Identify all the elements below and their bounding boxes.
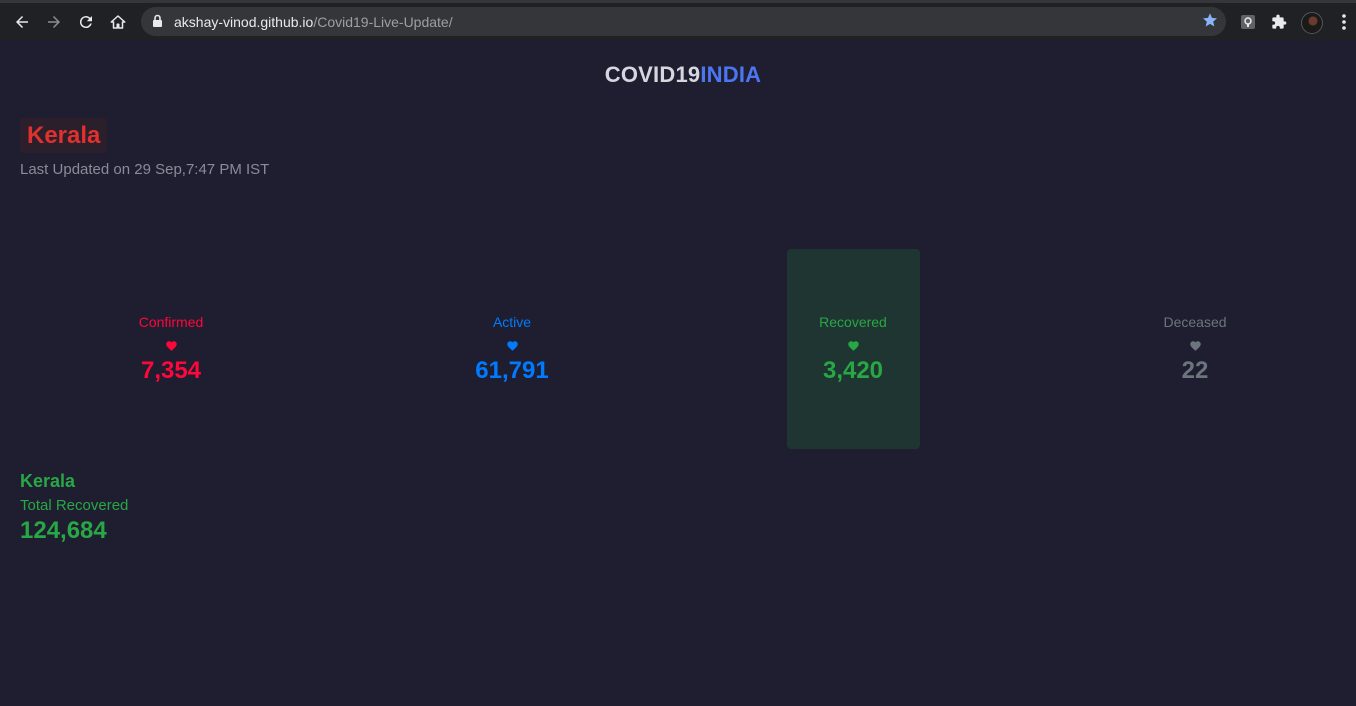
reload-icon[interactable] bbox=[73, 9, 99, 35]
site-logo[interactable]: COVID19INDIA bbox=[0, 62, 1356, 88]
browser-toolbar: akshay-vinod.github.io/Covid19-Live-Upda… bbox=[0, 0, 1356, 40]
stat-active[interactable]: Active 61,791 bbox=[432, 313, 592, 385]
stat-recovered[interactable]: Recovered 3,420 bbox=[773, 313, 933, 385]
summary-label: Total Recovered bbox=[20, 497, 129, 514]
home-icon[interactable] bbox=[105, 9, 131, 35]
heart-icon bbox=[1115, 338, 1275, 352]
stat-label: Active bbox=[492, 314, 532, 330]
state-title: Kerala bbox=[20, 118, 108, 153]
logo-part-covid: COVID19 bbox=[604, 62, 701, 87]
url-host: akshay-vinod.github.io bbox=[174, 14, 314, 30]
url-text[interactable]: akshay-vinod.github.io/Covid19-Live-Upda… bbox=[174, 14, 453, 30]
puzzle-icon[interactable] bbox=[1268, 11, 1290, 33]
extension-icon[interactable] bbox=[1237, 11, 1259, 33]
heart-icon bbox=[773, 338, 933, 352]
stat-label: Confirmed bbox=[138, 314, 204, 330]
last-updated: Last Updated on 29 Sep,7:47 PM IST bbox=[20, 161, 270, 178]
summary-state: Kerala bbox=[20, 471, 76, 491]
profile-avatar[interactable] bbox=[1301, 12, 1323, 34]
stat-label: Recovered bbox=[819, 314, 887, 330]
lock-icon bbox=[152, 14, 163, 33]
back-icon[interactable] bbox=[9, 9, 35, 35]
stat-deceased[interactable]: Deceased 22 bbox=[1115, 313, 1275, 385]
stat-value: 3,420 bbox=[822, 357, 884, 384]
recovered-summary: Kerala Total Recovered 124,684 bbox=[20, 471, 128, 545]
heart-icon bbox=[432, 338, 592, 352]
stat-label: Deceased bbox=[1163, 314, 1227, 330]
stat-value: 61,791 bbox=[475, 357, 549, 384]
summary-value: 124,684 bbox=[20, 517, 107, 544]
stat-value: 7,354 bbox=[140, 357, 202, 384]
star-icon[interactable] bbox=[1202, 12, 1218, 33]
forward-icon[interactable] bbox=[41, 9, 67, 35]
stat-value: 22 bbox=[1181, 357, 1209, 384]
logo-part-india: INDIA bbox=[700, 62, 762, 87]
url-path: /Covid19-Live-Update/ bbox=[313, 14, 453, 30]
stat-confirmed[interactable]: Confirmed 7,354 bbox=[91, 313, 251, 385]
heart-icon bbox=[91, 338, 251, 352]
address-bar[interactable]: akshay-vinod.github.io/Covid19-Live-Upda… bbox=[141, 7, 1226, 36]
menu-icon[interactable] bbox=[1333, 11, 1355, 33]
